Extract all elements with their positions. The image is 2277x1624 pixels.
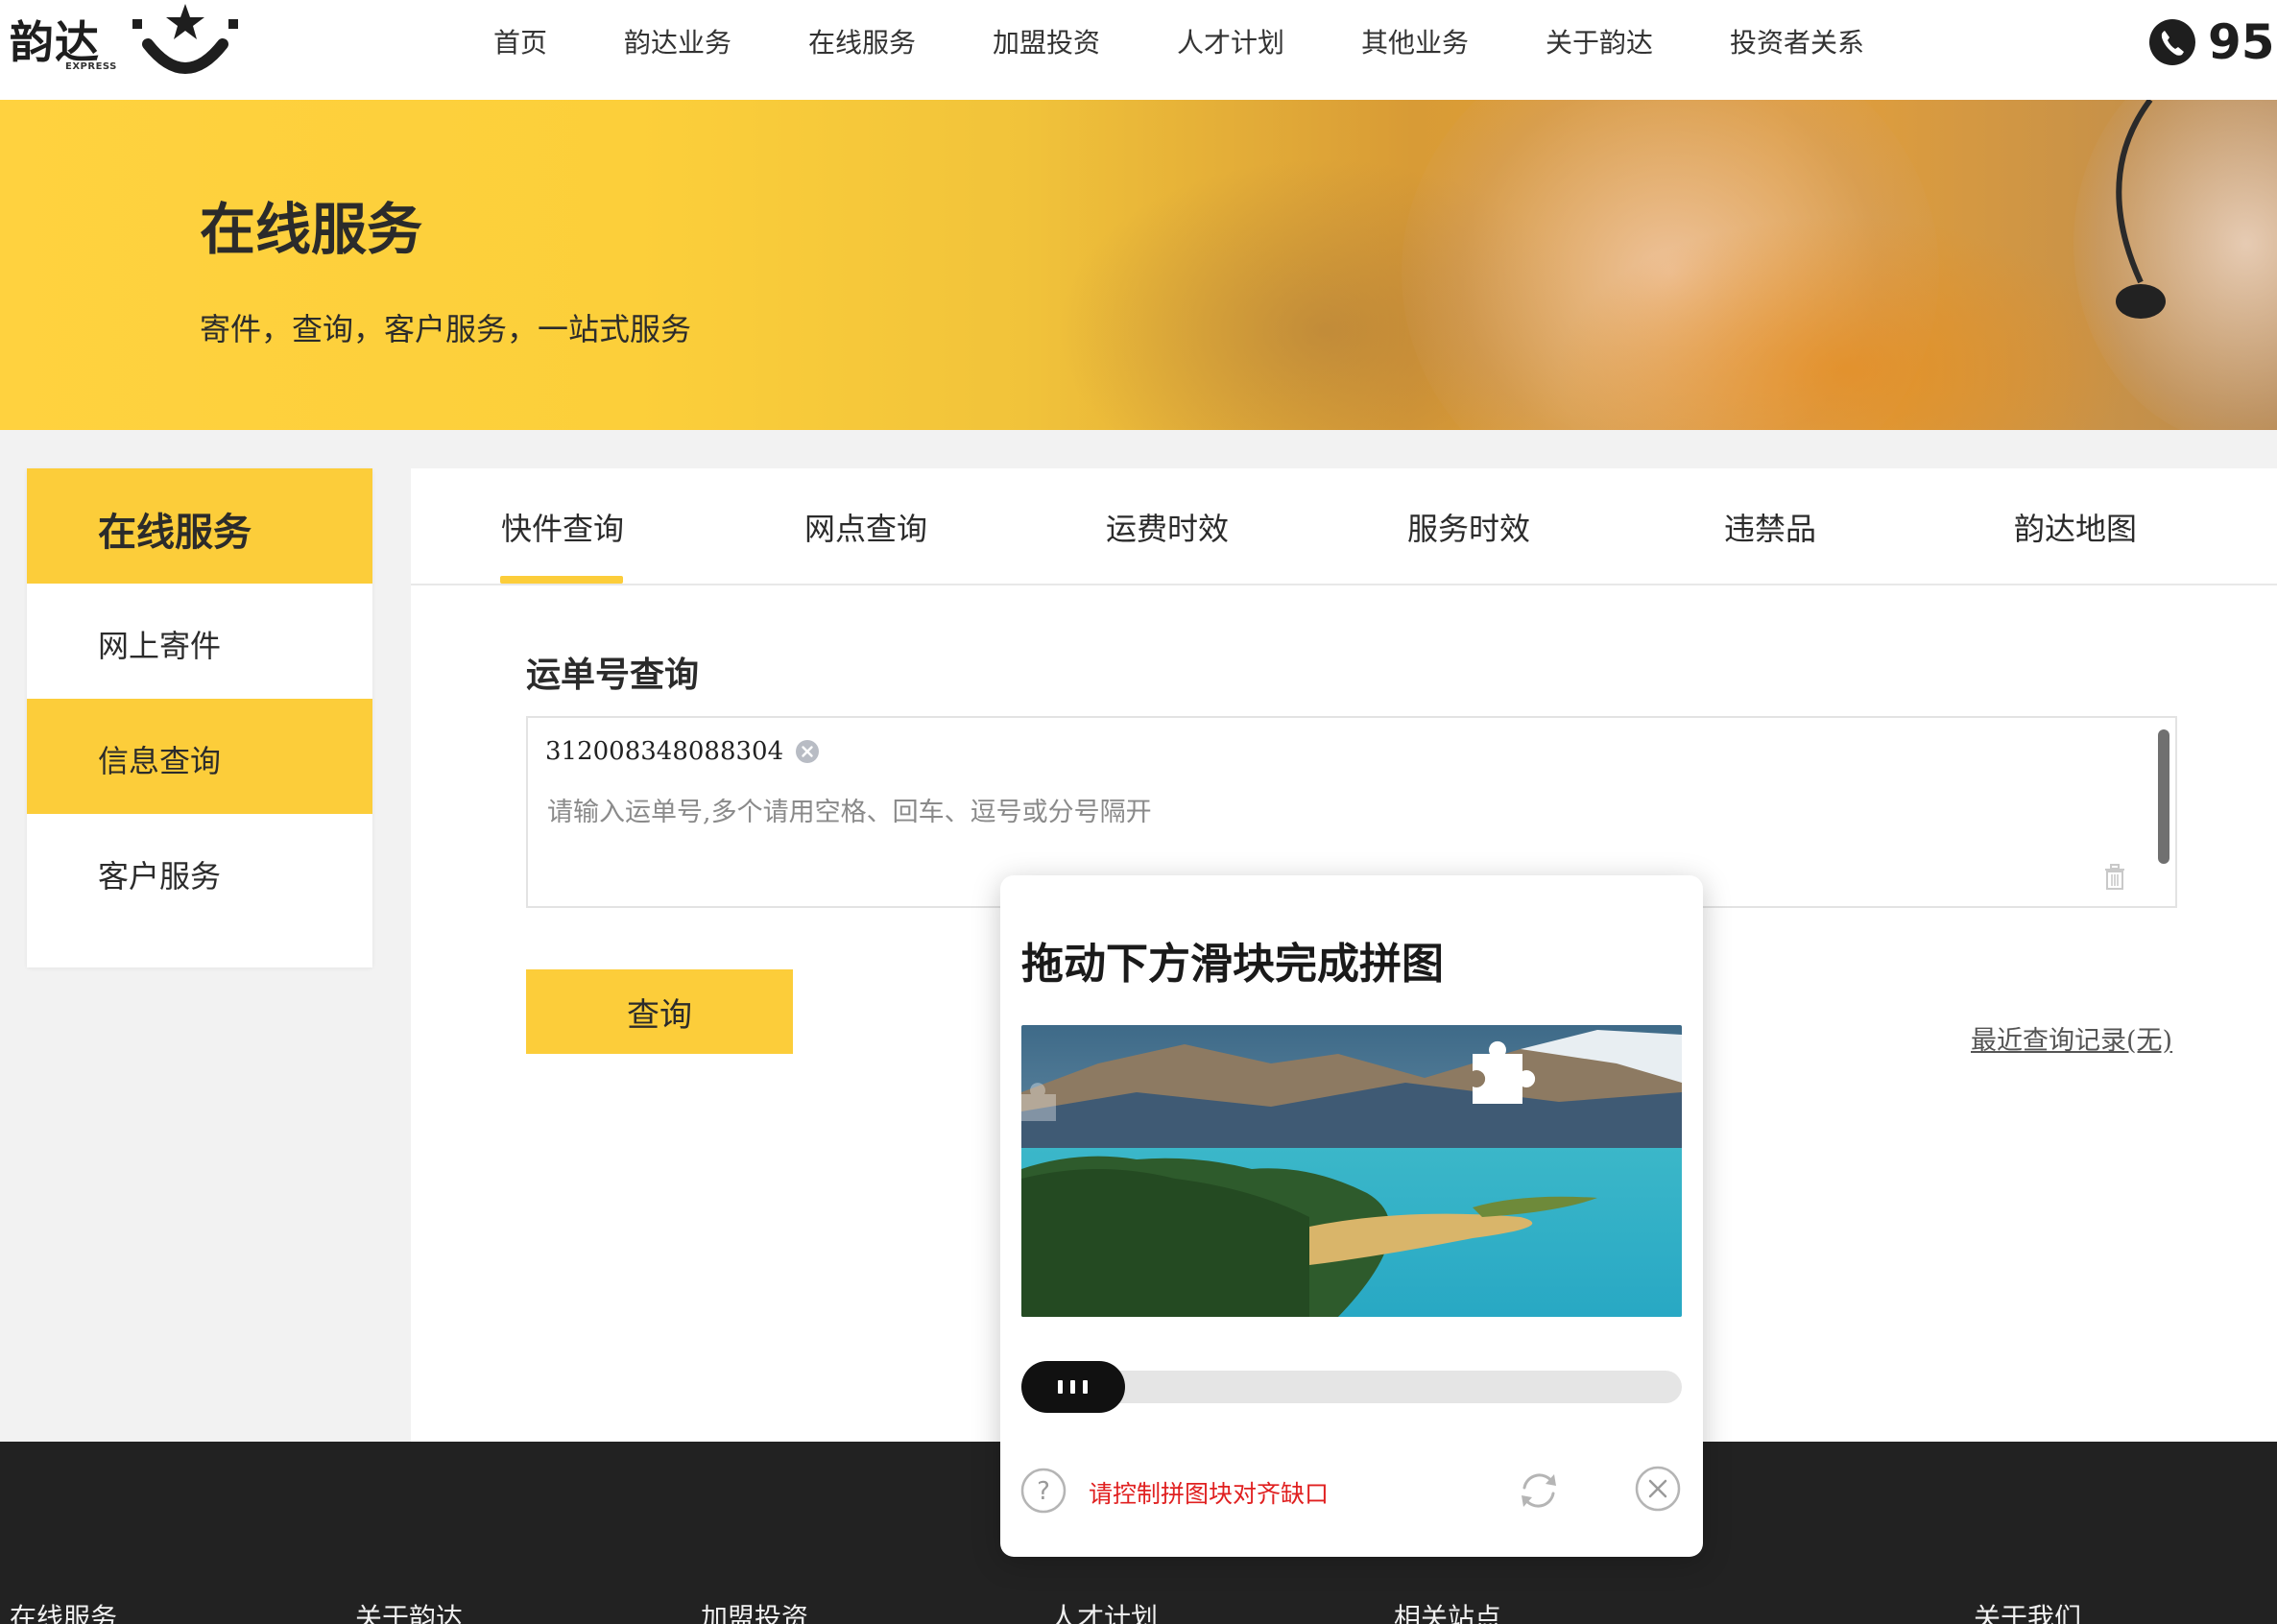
banner-subtitle: 寄件，查询，客户服务，一站式服务 (200, 311, 692, 347)
footer-about-us[interactable]: 关于我们 (1974, 1597, 2081, 1624)
textarea-scrollbar[interactable] (2158, 729, 2169, 864)
svg-text:?: ? (1037, 1477, 1050, 1506)
tab-yunda-map[interactable]: 韵达地图 (2014, 505, 2137, 549)
tracking-number: 312008348088304 (545, 737, 784, 766)
phone-icon (2149, 19, 2195, 65)
hotline-number: 955 (2208, 14, 2277, 70)
nav-franchise[interactable]: 加盟投资 (993, 19, 1100, 67)
sidebar-title: 在线服务 (27, 468, 372, 584)
grip-icon (1083, 1380, 1088, 1394)
sidebar-item-label: 信息查询 (98, 743, 222, 779)
refresh-icon[interactable] (1513, 1465, 1565, 1517)
tracking-section-title: 运单号查询 (526, 655, 700, 695)
help-icon[interactable]: ? (1019, 1467, 1067, 1515)
footer-online-service[interactable]: 在线服务 (10, 1597, 117, 1624)
grip-icon (1058, 1380, 1063, 1394)
nav-online[interactable]: 在线服务 (808, 19, 916, 67)
active-tab-indicator (500, 576, 623, 584)
sidebar-item-customer-service[interactable]: 客户服务 (27, 814, 372, 929)
sidebar: 在线服务 网上寄件 信息查询 客户服务 (27, 468, 372, 967)
query-button[interactable]: 查询 (526, 969, 793, 1054)
nav-business[interactable]: 韵达业务 (624, 19, 731, 67)
banner-title: 在线服务 (200, 197, 423, 262)
nav-talent[interactable]: 人才计划 (1177, 19, 1284, 67)
footer-about[interactable]: 关于韵达 (355, 1597, 463, 1624)
recent-query-link[interactable]: 最近查询记录(无) (1971, 1019, 2172, 1057)
clear-chip-icon[interactable] (795, 739, 820, 764)
tracking-number-chip: 312008348088304 (545, 735, 820, 768)
logo-subtext: EXPRESS (65, 61, 117, 72)
sidebar-item-online-shipping[interactable]: 网上寄件 (27, 584, 372, 699)
hero-banner: 在线服务 寄件，查询，客户服务，一站式服务 (0, 100, 2277, 430)
logo-mark-icon (132, 4, 238, 74)
grip-icon (1070, 1380, 1075, 1394)
sidebar-item-info-query[interactable]: 信息查询 (27, 699, 372, 814)
tab-freight-time[interactable]: 运费时效 (1106, 505, 1229, 549)
site-header: 韵达 EXPRESS 首页 韵达业务 在线服务 加盟投资 人才计划 其他业务 关… (0, 0, 2277, 100)
sidebar-item-label: 网上寄件 (98, 628, 222, 664)
tab-service-time[interactable]: 服务时效 (1407, 505, 1530, 549)
yunda-logo[interactable]: 韵达 EXPRESS (6, 0, 238, 86)
captcha-slider-handle[interactable] (1021, 1361, 1125, 1413)
captcha-hint: 请控制拼图块对齐缺口 (1089, 1480, 1330, 1508)
slider-captcha-dialog: 拖动下方滑块完成拼图 ? 请控制拼图块对齐缺口 (1000, 875, 1703, 1557)
tab-outlet-query[interactable]: 网点查询 (804, 505, 927, 549)
captcha-puzzle-image (1021, 1025, 1682, 1317)
sidebar-title-text: 在线服务 (98, 510, 252, 555)
tab-package-query[interactable]: 快件查询 (501, 505, 624, 549)
nav-home[interactable]: 首页 (493, 19, 547, 67)
close-icon[interactable] (1634, 1465, 1682, 1513)
nav-investors[interactable]: 投资者关系 (1730, 19, 1864, 67)
captcha-title: 拖动下方滑块完成拼图 (1021, 940, 1444, 989)
headset-graphic (2116, 100, 2166, 319)
nav-about[interactable]: 关于韵达 (1546, 19, 1653, 67)
sidebar-item-label: 客户服务 (98, 858, 222, 895)
trash-icon[interactable] (2102, 862, 2127, 891)
page: 韵达 EXPRESS 首页 韵达业务 在线服务 加盟投资 人才计划 其他业务 关… (0, 0, 2277, 1624)
tracking-placeholder: 请输入运单号,多个请用空格、回车、逗号或分号隔开 (547, 798, 1152, 827)
footer-related-sites[interactable]: 相关站点 (1394, 1597, 1501, 1624)
tab-prohibited[interactable]: 违禁品 (1724, 505, 1816, 549)
tab-bar: 快件查询 网点查询 运费时效 服务时效 违禁品 韵达地图 (411, 468, 2277, 585)
footer-talent[interactable]: 人才计划 (1050, 1597, 1158, 1624)
footer-franchise[interactable]: 加盟投资 (701, 1597, 808, 1624)
hotline: 955 (2148, 13, 2277, 71)
nav-other[interactable]: 其他业务 (1361, 19, 1469, 67)
